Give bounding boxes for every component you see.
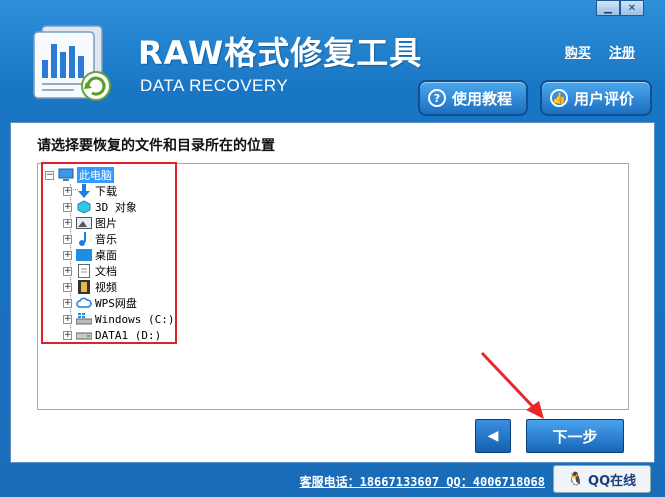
folder-tree[interactable]: − 此电脑 + 下载 +3D 对象 + 图片 + 音乐 + 桌面 + 文档 + 视频 + WPS网盘 + Win…: [37, 162, 629, 410]
help-icon: ?: [428, 89, 446, 107]
app-window: ▁ ✕ RAW格式修复工具 DATA RECOVERY 购买 注册 ? 使用教程…: [0, 0, 665, 497]
qq-online-button[interactable]: 🐧 QQ在线: [553, 465, 651, 493]
annotation-arrow-icon: [480, 351, 544, 419]
arrow-left-icon: ◀: [487, 428, 499, 444]
review-button[interactable]: 👍 用户评价: [540, 80, 652, 116]
main-panel: 请选择要恢复的文件和目录所在的位置 − 此电脑 + 下载 +3D 对象 + 图片 + 音乐 +…: [10, 122, 655, 463]
register-link[interactable]: 注册: [609, 46, 635, 61]
qq-penguin-icon: 🐧: [567, 471, 585, 487]
app-title: RAW格式修复工具: [138, 34, 423, 72]
back-button[interactable]: ◀: [475, 419, 511, 453]
qq-online-label: QQ在线: [588, 473, 637, 489]
header: RAW格式修复工具 DATA RECOVERY 购买 注册 ? 使用教程 👍 用…: [0, 0, 665, 122]
top-links: 购买 注册: [551, 42, 635, 61]
highlight-frame: [41, 162, 177, 344]
tutorial-button-label: 使用教程: [452, 89, 513, 108]
next-button[interactable]: 下一步: [526, 419, 624, 453]
contact-info: 客服电话：18667133607 QQ：4006718068: [299, 475, 545, 489]
footer: 客服电话：18667133607 QQ：4006718068 🐧 QQ在线: [0, 463, 665, 497]
buy-link[interactable]: 购买: [565, 46, 591, 61]
app-subtitle: DATA RECOVERY: [140, 76, 289, 95]
thumbs-up-icon: 👍: [550, 89, 568, 107]
review-button-label: 用户评价: [574, 89, 635, 108]
location-prompt: 请选择要恢复的文件和目录所在的位置: [37, 138, 275, 154]
tutorial-button[interactable]: ? 使用教程: [418, 80, 528, 116]
app-logo-icon: [28, 22, 116, 104]
